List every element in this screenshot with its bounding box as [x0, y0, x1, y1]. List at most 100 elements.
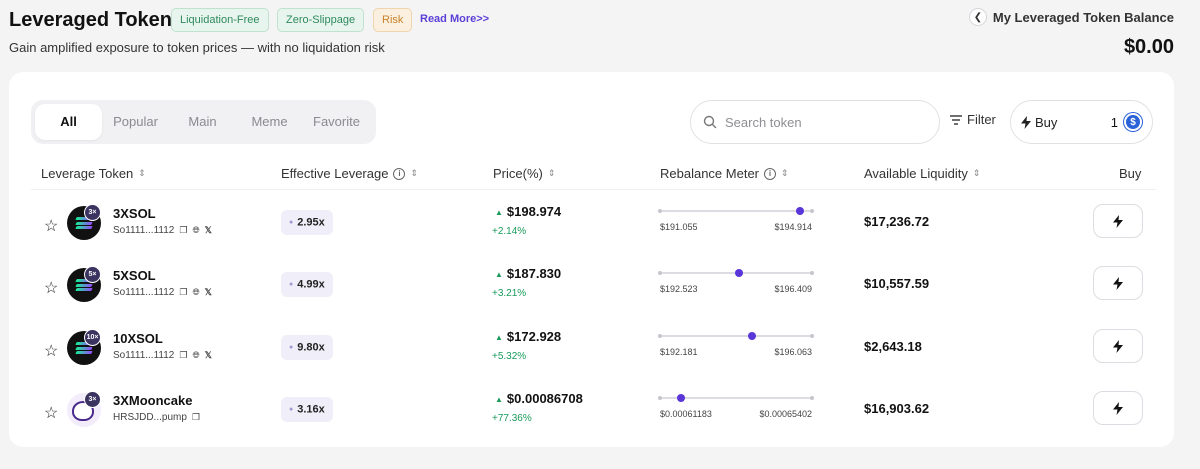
- meter-knob: [795, 207, 804, 215]
- dot-icon: ●: [289, 406, 294, 413]
- token-name[interactable]: 5XSOL: [113, 268, 156, 283]
- tab-main[interactable]: Main: [169, 104, 236, 140]
- token-price: ▲ $172.928: [495, 329, 561, 344]
- favorite-star-icon[interactable]: ☆: [44, 278, 58, 298]
- available-liquidity: $16,903.62: [864, 401, 930, 416]
- buy-button[interactable]: [1093, 204, 1143, 238]
- filter-icon: [950, 114, 962, 125]
- column-effective-leverage[interactable]: Effective Leverage i ⇕: [281, 166, 418, 181]
- token-address: HRSJDD...pump: [113, 412, 187, 423]
- lightning-icon: [1113, 276, 1123, 290]
- column-price[interactable]: Price(%) ⇕: [493, 166, 555, 181]
- dot-icon: ●: [289, 219, 294, 226]
- token-address: So1111...1112: [113, 225, 175, 236]
- table-row[interactable]: ☆ 3× 3XSOL So1111...1112 ❐ 🌐︎ 𝕏 ● 2.95x ▲…: [31, 192, 1156, 254]
- info-icon[interactable]: i: [393, 167, 406, 180]
- column-label: Rebalance Meter: [660, 166, 759, 181]
- token-price: ▲ $198.974: [495, 204, 561, 219]
- quick-buy-amount-value[interactable]: 1: [1111, 115, 1118, 130]
- page-header: Leveraged Token Liquidation-Free Zero-Sl…: [0, 0, 1200, 70]
- tab-popular[interactable]: Popular: [102, 104, 169, 140]
- x-social-icon[interactable]: 𝕏: [205, 287, 212, 298]
- buy-button[interactable]: [1093, 329, 1143, 363]
- zero-slippage-tag: Zero-Slippage: [277, 8, 365, 32]
- x-social-icon[interactable]: 𝕏: [205, 350, 212, 361]
- arrow-up-icon: ▲: [495, 395, 503, 405]
- liquidation-free-tag: Liquidation-Free: [171, 8, 269, 32]
- column-label: Effective Leverage: [281, 166, 389, 181]
- table-row[interactable]: ☆ 3× 3XMooncake HRSJDD...pump ❐ ● 3.16x ▲…: [31, 379, 1156, 441]
- search-box[interactable]: [690, 100, 940, 144]
- favorite-star-icon[interactable]: ☆: [44, 403, 58, 423]
- quick-buy-amount[interactable]: Buy 1 $: [1010, 100, 1153, 144]
- meter-low-value: $192.523: [660, 284, 698, 294]
- price-value: $187.830: [506, 266, 562, 281]
- chevron-left-icon[interactable]: ❮: [968, 8, 987, 26]
- leverage-badge: 5×: [84, 266, 101, 283]
- token-name[interactable]: 10XSOL: [113, 331, 163, 346]
- dot-icon: ●: [289, 344, 294, 351]
- mooncake-token-logo: 3×: [67, 391, 101, 427]
- currency-coin-icon[interactable]: $: [1124, 113, 1142, 131]
- globe-icon[interactable]: 🌐︎: [192, 287, 199, 298]
- lightning-icon: [1113, 401, 1123, 415]
- balance-label[interactable]: My Leveraged Token Balance: [993, 10, 1174, 25]
- column-leverage-token[interactable]: Leverage Token ⇕: [41, 166, 146, 181]
- meter-track: [662, 335, 810, 337]
- column-label: Leverage Token: [41, 166, 134, 181]
- info-icon[interactable]: i: [764, 167, 776, 180]
- balance-header[interactable]: ❮ My Leveraged Token Balance: [968, 8, 1174, 26]
- column-rebalance-meter[interactable]: Rebalance Meter i ⇕: [660, 166, 789, 181]
- effective-leverage-value: 4.99x: [297, 278, 325, 291]
- buy-button[interactable]: [1093, 266, 1143, 300]
- sort-icon[interactable]: ⇕: [781, 168, 789, 179]
- sort-icon[interactable]: ⇕: [973, 168, 981, 179]
- sort-icon[interactable]: ⇕: [410, 168, 418, 179]
- table-row[interactable]: ☆ 10× 10XSOL So1111...1112 ❐ 🌐︎ 𝕏 ● 9.80x…: [31, 317, 1156, 379]
- meter-start-dot: [658, 396, 662, 400]
- tab-meme[interactable]: Meme: [236, 104, 303, 140]
- search-input[interactable]: [725, 114, 915, 130]
- effective-leverage-value: 9.80x: [297, 341, 325, 354]
- copy-icon[interactable]: ❐: [179, 350, 187, 361]
- available-liquidity: $10,557.59: [864, 276, 930, 291]
- sort-icon[interactable]: ⇕: [548, 168, 556, 179]
- sort-icon[interactable]: ⇕: [138, 168, 146, 179]
- meter-low-value: $191.055: [660, 222, 698, 232]
- token-name[interactable]: 3XSOL: [113, 206, 156, 221]
- read-more-link[interactable]: Read More>>: [420, 13, 489, 25]
- favorite-star-icon[interactable]: ☆: [44, 341, 58, 361]
- table-row[interactable]: ☆ 5× 5XSOL So1111...1112 ❐ 🌐︎ 𝕏 ● 4.99x ▲…: [31, 254, 1156, 316]
- arrow-up-icon: ▲: [495, 270, 503, 280]
- token-address-row: So1111...1112 ❐ 🌐︎ 𝕏: [113, 350, 212, 361]
- leverage-badge: 3×: [84, 391, 101, 408]
- copy-icon[interactable]: ❐: [179, 287, 187, 298]
- token-name[interactable]: 3XMooncake: [113, 393, 192, 408]
- table-header: Leverage Token ⇕ Effective Leverage i ⇕ Pri…: [31, 156, 1156, 190]
- globe-icon[interactable]: 🌐︎: [192, 225, 199, 236]
- buy-button[interactable]: [1093, 391, 1143, 425]
- token-address-row: So1111...1112 ❐ 🌐︎ 𝕏: [113, 225, 212, 236]
- filter-button[interactable]: Filter: [950, 112, 996, 127]
- token-address-row: So1111...1112 ❐ 🌐︎ 𝕏: [113, 287, 212, 298]
- quick-buy-label: Buy: [1035, 114, 1058, 130]
- meter-start-dot: [658, 271, 662, 275]
- leverage-badge: 10×: [84, 329, 101, 346]
- tab-favorite[interactable]: Favorite: [303, 104, 370, 140]
- effective-leverage-pill: ● 4.99x: [281, 272, 333, 297]
- meter-end-dot: [810, 334, 814, 338]
- x-social-icon[interactable]: 𝕏: [205, 225, 212, 236]
- copy-icon[interactable]: ❐: [179, 225, 187, 236]
- page-title: Leveraged Token: [9, 9, 173, 31]
- risk-tag[interactable]: Risk: [373, 8, 413, 32]
- favorite-star-icon[interactable]: ☆: [44, 216, 58, 236]
- copy-icon[interactable]: ❐: [192, 412, 200, 423]
- tab-all[interactable]: All: [35, 104, 102, 140]
- filter-label[interactable]: Filter: [967, 112, 996, 127]
- lightning-icon: [1021, 115, 1031, 129]
- column-available-liquidity[interactable]: Available Liquidity ⇕: [864, 166, 980, 181]
- arrow-up-icon: ▲: [495, 208, 503, 218]
- meter-end-dot: [810, 271, 814, 275]
- globe-icon[interactable]: 🌐︎: [192, 350, 199, 361]
- meter-high-value: $194.914: [774, 222, 812, 232]
